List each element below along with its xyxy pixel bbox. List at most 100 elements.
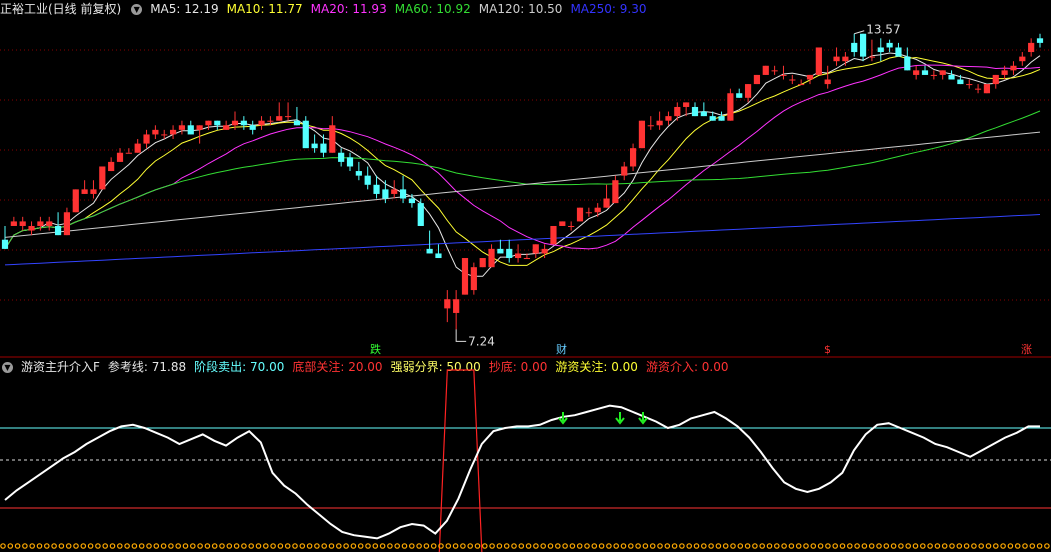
- candle-body: [983, 84, 991, 94]
- bottom-dot: [379, 543, 386, 549]
- bottom-dot: [1029, 543, 1036, 549]
- bottom-dot: [131, 543, 138, 549]
- bottom-dot: [554, 543, 561, 549]
- bottom-dot: [314, 543, 320, 549]
- bottom-dot: [620, 543, 627, 549]
- bottom-dot: [160, 543, 167, 549]
- candle-body: [152, 129, 159, 135]
- candle-body: [408, 198, 416, 204]
- bottom-dot: [365, 543, 371, 549]
- bottom-dot: [219, 543, 225, 549]
- bottom-dot: [36, 543, 43, 549]
- candle-body: [780, 74, 787, 76]
- candle-body: [1019, 56, 1026, 62]
- bottom-dot: [817, 543, 824, 549]
- bottom-dot: [890, 543, 897, 549]
- bottom-dot: [190, 543, 196, 549]
- candle-body: [718, 116, 725, 121]
- candle-body: [169, 129, 177, 135]
- candle-body: [28, 225, 35, 231]
- bottom-dot: [919, 543, 926, 549]
- candle-body: [683, 102, 690, 107]
- candle-body: [231, 120, 239, 126]
- bottom-dot: [328, 543, 335, 549]
- bottom-dot: [372, 543, 379, 549]
- candle-body: [37, 221, 44, 226]
- bottom-dot: [664, 543, 671, 549]
- osc-spike: [438, 369, 483, 552]
- candle-body: [877, 47, 884, 53]
- bottom-dot: [73, 543, 79, 549]
- candle-body: [355, 171, 362, 176]
- ma60-line: [4, 110, 1041, 250]
- candle-body: [178, 125, 186, 130]
- bottom-dot: [197, 543, 203, 549]
- candle-body: [161, 134, 168, 136]
- bottom-dot: [905, 543, 912, 549]
- bottom-dot: [51, 543, 57, 549]
- bottom-dot: [941, 543, 948, 549]
- bottom-dot: [460, 543, 466, 549]
- bottom-dot: [95, 543, 101, 549]
- bottom-dot: [175, 543, 182, 549]
- bottom-dot: [211, 543, 218, 549]
- candle-body: [399, 189, 407, 199]
- bottom-dot: [693, 543, 700, 549]
- candle-body: [921, 70, 929, 75]
- candle-body: [81, 189, 88, 194]
- bottom-dot: [204, 543, 211, 549]
- bottom-dot: [29, 543, 36, 549]
- candle-body: [833, 56, 840, 62]
- candle-body: [647, 125, 654, 127]
- candle-body: [568, 225, 575, 227]
- bottom-dot: [430, 543, 437, 549]
- candle-body: [417, 203, 424, 226]
- candle-body: [54, 225, 62, 236]
- bottom-dot: [722, 543, 729, 549]
- candle-body: [842, 56, 849, 62]
- candle-body: [338, 152, 345, 162]
- candle-body: [806, 74, 814, 80]
- high-arrow: [854, 30, 865, 35]
- candle-body: [187, 125, 194, 135]
- bottom-dot: [182, 543, 189, 549]
- candle-body: [329, 125, 336, 153]
- candle-body: [116, 152, 124, 162]
- bottom-dot: [22, 543, 28, 549]
- bottom-dot: [109, 543, 116, 549]
- candle-body: [196, 125, 203, 130]
- candle-body: [930, 74, 937, 76]
- bottom-dot: [306, 543, 313, 549]
- candle-body: [205, 120, 212, 126]
- candle-body: [665, 116, 672, 121]
- bottom-dot: [562, 543, 568, 549]
- bottom-dot: [138, 543, 145, 549]
- ma120-line: [4, 131, 1041, 238]
- bottom-dot: [547, 543, 554, 549]
- bottom-dot: [846, 543, 853, 549]
- candle-body: [824, 79, 831, 85]
- candle-body: [46, 221, 53, 226]
- candle-body: [240, 120, 247, 126]
- candle-body: [709, 116, 716, 121]
- candle-body: [948, 74, 955, 80]
- bottom-dot: [584, 543, 590, 549]
- candle-body: [913, 70, 920, 75]
- bottom-dot: [598, 543, 605, 549]
- candle-body: [621, 166, 628, 176]
- candle-body: [461, 258, 469, 295]
- candle-body: [373, 184, 380, 194]
- candle-body: [506, 248, 513, 259]
- bottom-dot: [788, 543, 795, 549]
- bottom-dot: [700, 543, 707, 549]
- bottom-dot: [912, 543, 919, 549]
- bottom-dot: [496, 543, 503, 549]
- candle-body: [1010, 65, 1017, 71]
- bottom-dot: [270, 543, 276, 549]
- candle-body: [311, 143, 318, 149]
- bottom-dot: [299, 543, 306, 549]
- candle-body: [939, 70, 946, 75]
- bottom-dot: [876, 543, 882, 549]
- candle-body: [320, 143, 327, 153]
- bottom-dot: [606, 543, 612, 549]
